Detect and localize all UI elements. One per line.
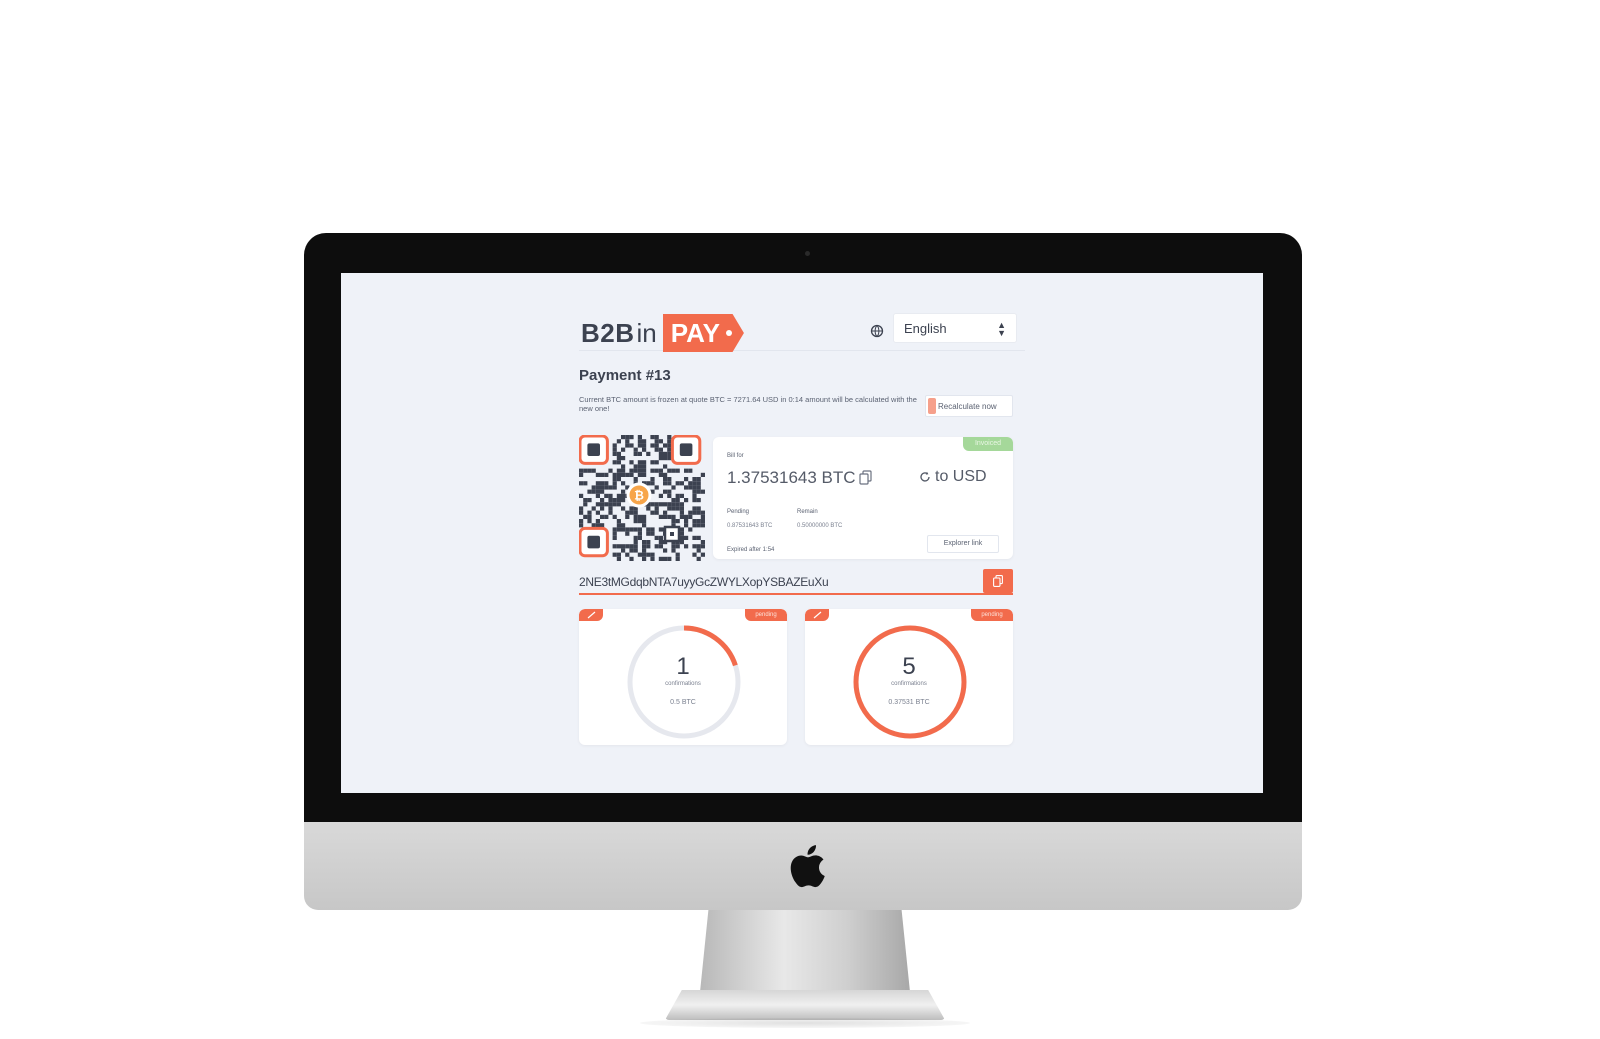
confirmation-card-1: pending 1 confirmations 0.5 BTC <box>579 609 787 745</box>
logo-text-b2b: B2B <box>581 317 635 348</box>
confirmation-count: 1 <box>676 653 690 680</box>
pending-value: 0.87531643 BTC <box>727 523 773 529</box>
logo-dot <box>725 330 732 336</box>
remain-value: 0.50000000 BTC <box>797 523 843 529</box>
confirmation-label: confirmations <box>891 681 927 687</box>
pending-label: Pending <box>727 509 750 515</box>
convert-label: to USD <box>935 468 987 485</box>
select-arrows-icon: ▲ ▼ <box>997 320 1006 338</box>
logo-text-pay: PAY <box>670 318 720 348</box>
conf-tag <box>805 609 829 621</box>
copy-icon <box>993 575 1003 587</box>
b2binpay-logo: B2B in PAY <box>581 314 744 352</box>
confirmation-amount: 0.5 BTC <box>670 699 696 706</box>
confirmation-label: confirmations <box>665 681 701 687</box>
bitcoin-icon-glyph: ₿ <box>634 489 644 503</box>
refresh-icon <box>920 471 930 482</box>
recalculate-button[interactable]: Recalculate now <box>925 395 1013 417</box>
imac-mockup: B2B in PAY English ▲ ▼ Payment #13 Curren… <box>0 0 1600 1039</box>
wallet-address[interactable]: 2NE3tMGdqbNTA7uyyGcZWYLXopYSBAZEuXu <box>579 575 829 589</box>
convert-to-usd-button[interactable]: to USD <box>919 468 987 486</box>
language-select[interactable]: English ▲ ▼ <box>893 313 1017 343</box>
confirmation-status-badge: pending <box>971 609 1013 621</box>
confirmation-status-badge: pending <box>745 609 787 621</box>
apple-logo-icon <box>790 845 825 888</box>
camera-dot <box>805 251 810 256</box>
explorer-link-button[interactable]: Explorer link <box>927 535 999 553</box>
recalculate-indicator <box>928 398 936 414</box>
copy-icon[interactable] <box>859 470 872 485</box>
status-badge: Invoiced <box>963 437 1013 451</box>
logo-tag-pay: PAY <box>662 314 744 352</box>
stand-shadow <box>640 1018 970 1028</box>
payment-amount: 1.37531643 BTC <box>727 468 856 487</box>
recalculate-label: Recalculate now <box>938 401 997 411</box>
link-icon <box>813 611 822 619</box>
payment-qr-code: ₿ <box>579 435 705 561</box>
payment-app: B2B in PAY English ▲ ▼ Payment #13 Curren… <box>579 273 1025 793</box>
confirmation-count: 5 <box>902 653 916 680</box>
payment-info-card: Invoiced Bill for 1.37531643 BTC to USD … <box>713 437 1013 559</box>
language-select-value: English <box>904 320 947 336</box>
screen: B2B in PAY English ▲ ▼ Payment #13 Curren… <box>341 273 1263 793</box>
wallet-address-field[interactable]: 2NE3tMGdqbNTA7uyyGcZWYLXopYSBAZEuXu <box>579 569 1013 595</box>
link-icon <box>587 611 596 619</box>
confirmation-amount: 0.37531 BTC <box>888 699 930 706</box>
expires-label: Expired after 1:54 <box>727 547 775 553</box>
page-header: B2B in PAY English ▲ ▼ <box>579 307 1025 352</box>
globe-icon <box>870 324 884 338</box>
copy-address-button[interactable] <box>983 569 1013 593</box>
conf-tag <box>579 609 603 621</box>
stand-neck <box>700 910 910 992</box>
confirmation-card-2: pending 5 confirmations 0.37531 BTC <box>805 609 1013 745</box>
stand-base <box>665 990 945 1020</box>
page-title: Payment #13 <box>579 367 671 384</box>
bill-label: Bill for <box>727 453 744 459</box>
remain-label: Remain <box>797 509 818 515</box>
logo-text-in: in <box>636 317 657 348</box>
rate-freeze-notice: Current BTC amount is frozen at quote BT… <box>579 395 917 413</box>
